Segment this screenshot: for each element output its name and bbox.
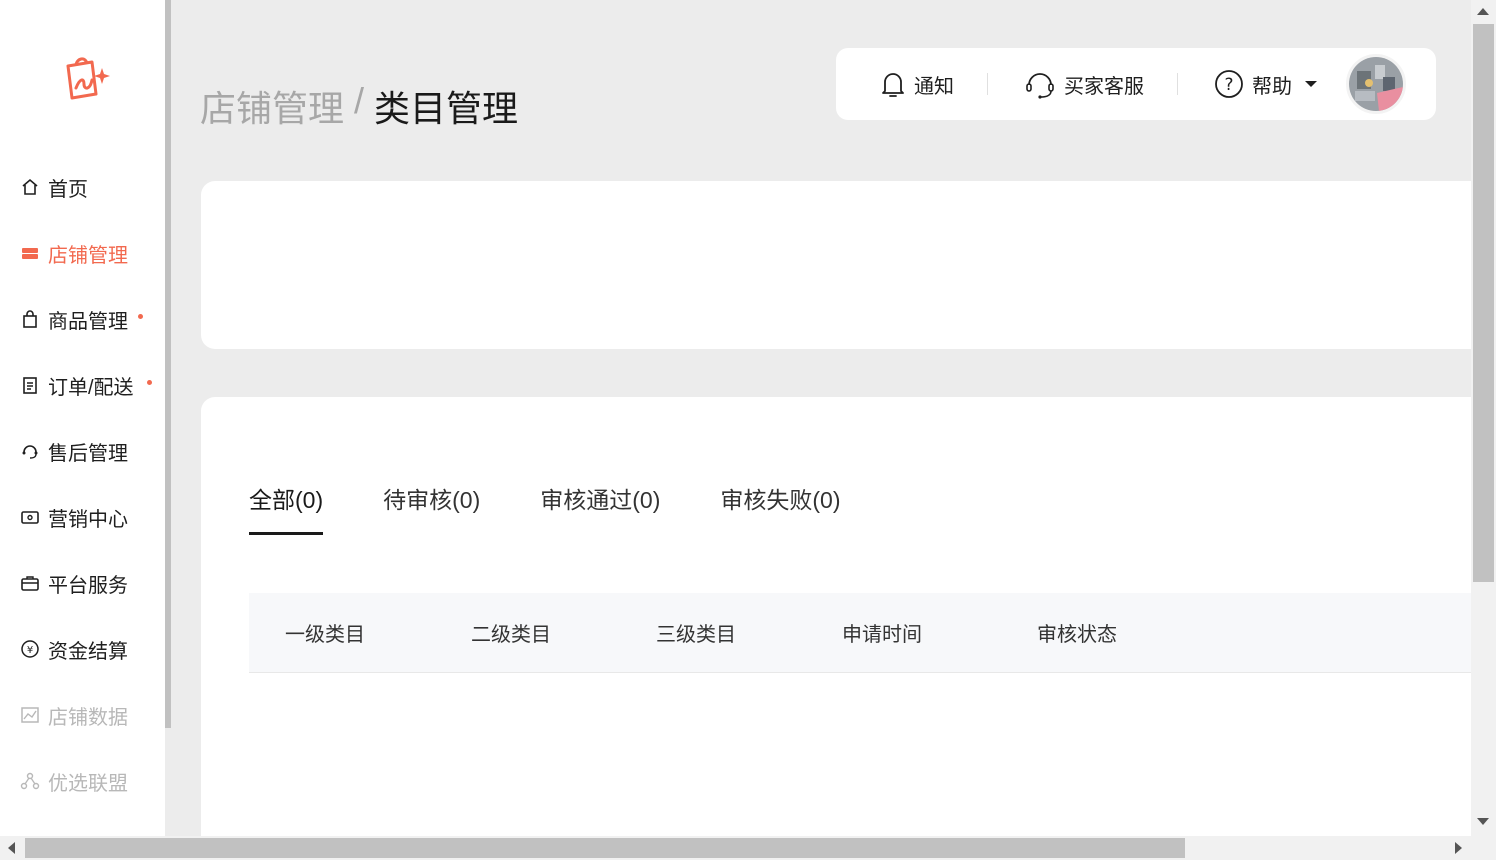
- sidebar-item-label: 营销中心: [48, 508, 128, 531]
- column-header-apply-time: 申请时间: [842, 624, 922, 646]
- sidebar-item-label: 店铺数据: [48, 706, 128, 729]
- ticket-icon: [20, 507, 40, 527]
- store-icon: [20, 243, 40, 263]
- help-label: 帮助: [1252, 75, 1292, 98]
- vertical-scrollbar[interactable]: [1471, 0, 1496, 836]
- buyer-service-button[interactable]: 买家客服: [1024, 68, 1144, 100]
- tab-pending[interactable]: 待审核(0): [383, 481, 480, 535]
- sidebar-scrollbar[interactable]: [165, 0, 171, 728]
- toolbar-divider: [987, 73, 988, 95]
- header-toolbar: 通知 买家客服 ? 帮助: [836, 48, 1436, 120]
- sidebar-item-home[interactable]: 首页: [0, 154, 165, 220]
- sidebar-item-label: 店铺管理: [48, 244, 128, 267]
- headset-icon: [20, 441, 40, 461]
- sidebar-item-label: 商品管理: [48, 310, 128, 333]
- column-header-level2: 二级类目: [471, 624, 551, 646]
- sidebar-item-orders[interactable]: 订单/配送: [0, 352, 165, 418]
- tab-rejected[interactable]: 审核失败(0): [720, 481, 840, 535]
- breadcrumb: 店铺管理 / 类目管理: [200, 80, 518, 132]
- bell-icon: [882, 73, 904, 97]
- tab-all[interactable]: 全部(0): [249, 481, 324, 535]
- column-header-review-status: 审核状态: [1037, 624, 1117, 646]
- page-title: 类目管理: [374, 88, 519, 129]
- sidebar-item-label: 首页: [48, 178, 88, 201]
- vertical-scroll-thumb[interactable]: [1473, 24, 1494, 582]
- scroll-up-icon[interactable]: [1477, 8, 1489, 15]
- sidebar-item-marketing[interactable]: 营销中心: [0, 484, 165, 550]
- badge-dot: [147, 380, 152, 385]
- svg-text:?: ?: [1224, 75, 1233, 95]
- sidebar-item-label: 资金结算: [48, 640, 128, 663]
- breadcrumb-parent[interactable]: 店铺管理: [200, 80, 344, 132]
- column-header-level3: 三级类目: [656, 624, 736, 646]
- horizontal-scroll-thumb[interactable]: [25, 838, 1185, 858]
- sidebar-item-label: 平台服务: [48, 574, 128, 597]
- help-menu[interactable]: ? 帮助: [1214, 69, 1318, 99]
- sidebar-item-store-data[interactable]: 店铺数据: [0, 682, 165, 748]
- home-icon: [20, 177, 40, 197]
- badge-dot: [138, 314, 143, 319]
- scroll-down-icon[interactable]: [1477, 818, 1489, 825]
- breadcrumb-separator: /: [354, 80, 365, 121]
- category-list-card: 全部(0) 待审核(0) 审核通过(0) 审核失败(0) 一级类目 二级类目 三…: [201, 397, 1481, 837]
- sidebar-scroll-track: [165, 728, 171, 836]
- sidebar-item-alliance[interactable]: 优选联盟: [0, 748, 165, 814]
- chart-icon: [20, 705, 40, 725]
- filter-card: [201, 181, 1481, 349]
- shop-logo-icon[interactable]: [62, 54, 114, 102]
- sidebar-item-label: 订单/配送: [48, 376, 134, 399]
- table-header: 一级类目 二级类目 三级类目 申请时间 审核状态: [249, 593, 1481, 673]
- toolbar-divider: [1177, 73, 1178, 95]
- caret-down-icon: [1305, 81, 1317, 87]
- bag-icon: [20, 309, 40, 329]
- sidebar-item-products[interactable]: 商品管理: [0, 286, 165, 352]
- sidebar-nav: 首页 店铺管理 商品管理 订单/配送 售后管理 营销中心 平台服务 ¥ 资金结算…: [0, 154, 165, 814]
- sidebar-item-label: 优选联盟: [48, 772, 128, 795]
- horizontal-scrollbar[interactable]: [0, 836, 1496, 860]
- share-icon: [20, 771, 40, 791]
- help-icon: ?: [1215, 70, 1243, 98]
- sidebar-item-label: 售后管理: [48, 442, 128, 465]
- svg-text:¥: ¥: [27, 645, 33, 656]
- scroll-left-icon[interactable]: [8, 842, 15, 854]
- sidebar-item-store[interactable]: 店铺管理: [0, 220, 165, 286]
- notify-label: 通知: [914, 75, 954, 98]
- briefcase-icon: [20, 573, 40, 593]
- yen-icon: ¥: [20, 639, 40, 659]
- sidebar: 首页 店铺管理 商品管理 订单/配送 售后管理 营销中心 平台服务 ¥ 资金结算…: [0, 0, 165, 836]
- sidebar-item-settlement[interactable]: ¥ 资金结算: [0, 616, 165, 682]
- sidebar-item-platform[interactable]: 平台服务: [0, 550, 165, 616]
- sidebar-item-aftersales[interactable]: 售后管理: [0, 418, 165, 484]
- status-tabs: 全部(0) 待审核(0) 审核通过(0) 审核失败(0): [249, 481, 901, 535]
- scroll-right-icon[interactable]: [1455, 842, 1462, 854]
- buyer-service-label: 买家客服: [1064, 75, 1144, 98]
- column-header-level1: 一级类目: [285, 624, 365, 646]
- tab-approved[interactable]: 审核通过(0): [540, 481, 660, 535]
- avatar[interactable]: [1346, 54, 1406, 114]
- notify-button[interactable]: 通知: [880, 69, 954, 99]
- headset-icon: [1026, 73, 1054, 99]
- clipboard-icon: [20, 375, 40, 395]
